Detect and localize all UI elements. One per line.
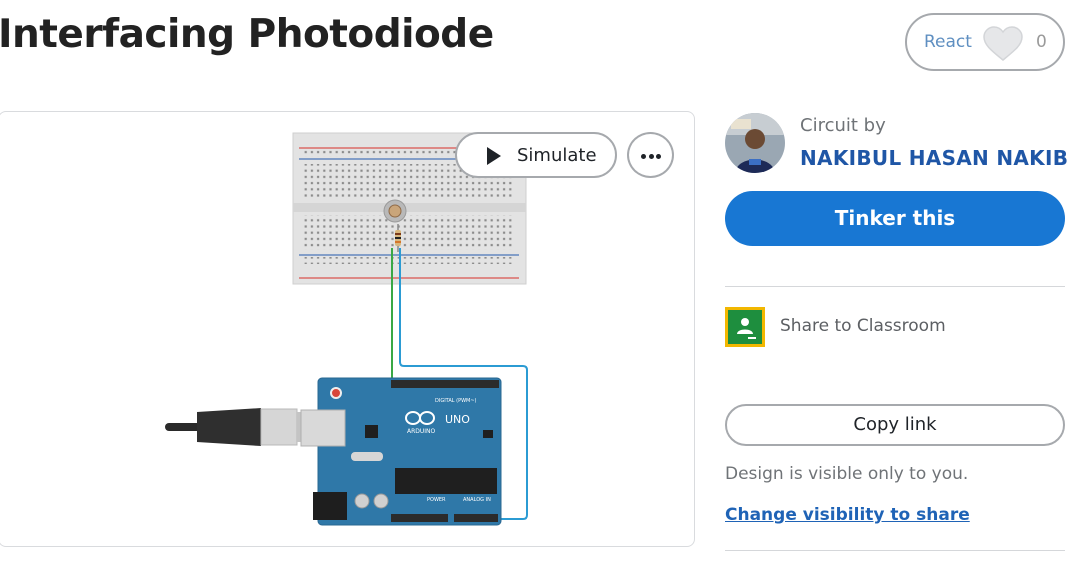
more-dots-icon [641,154,646,159]
change-visibility-link[interactable]: Change visibility to share [725,505,970,525]
analog-label: ANALOG IN [463,497,491,503]
google-classroom-icon[interactable] [725,307,765,347]
avatar[interactable] [725,113,785,173]
power-label: POWER [427,497,446,503]
more-options-button[interactable] [627,132,674,178]
react-label: React [924,32,972,52]
author-link[interactable]: NAKIBUL HASAN NAKIB [800,146,1067,170]
copy-link-button[interactable]: Copy link [725,404,1065,446]
simulate-label: Simulate [517,145,597,166]
simulate-button[interactable]: Simulate [455,132,617,178]
react-button[interactable]: React 0 [905,13,1065,71]
board-brand: ARDUINO [407,428,436,435]
divider [725,550,1065,551]
board-label: UNO [445,413,470,426]
react-count: 0 [1036,32,1047,52]
visibility-note: Design is visible only to you. [725,464,969,484]
page-title: Interfacing Photodiode [0,12,494,57]
divider [725,286,1065,287]
circuit-by-label: Circuit by [800,115,886,136]
avatar-image [725,113,785,173]
heart-icon [983,26,1023,61]
digital-label: DIGITAL (PWM~) [435,398,477,404]
share-to-classroom-label[interactable]: Share to Classroom [780,316,946,336]
photodiode [383,199,407,223]
arduino-board: ARDUINO UNO DIGITAL (PWM~) POWER ANALOG … [300,377,502,526]
play-icon [487,147,501,165]
tinker-this-button[interactable]: Tinker this [725,191,1065,246]
